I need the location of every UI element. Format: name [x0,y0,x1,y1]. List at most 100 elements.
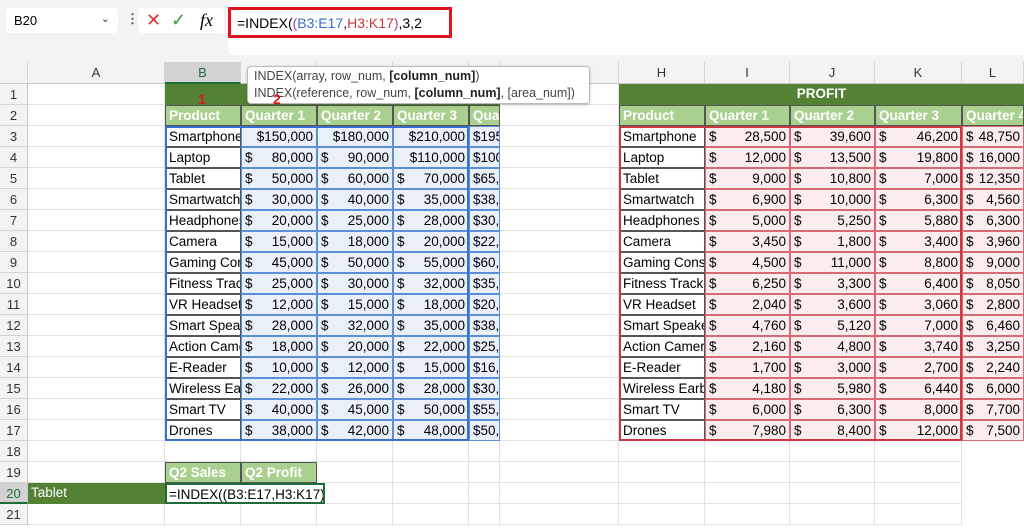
profit-value[interactable]: $6,000 [962,378,1024,399]
row-header-17[interactable]: 17 [0,420,28,441]
cell[interactable] [28,441,165,462]
column-header-K[interactable]: K [875,62,962,84]
cell[interactable] [28,336,165,357]
sales-value[interactable]: $38,000 [469,315,500,336]
cell[interactable] [500,231,619,252]
cell[interactable] [705,483,790,504]
cell[interactable] [500,252,619,273]
cell[interactable] [500,483,619,504]
sales-value[interactable]: $55,000 [469,399,500,420]
sales-value[interactable]: $30,000 [469,378,500,399]
profit-value[interactable]: $2,800 [962,294,1024,315]
cell[interactable] [28,357,165,378]
row-header-15[interactable]: 15 [0,378,28,399]
cell[interactable] [790,483,875,504]
cell[interactable] [28,294,165,315]
row-header-12[interactable]: 12 [0,315,28,336]
cell[interactable] [500,336,619,357]
cell[interactable] [317,441,393,462]
cell[interactable] [500,420,619,441]
cell[interactable] [469,504,500,525]
cell[interactable] [28,84,165,105]
cell[interactable] [28,315,165,336]
cell[interactable] [619,462,705,483]
cell[interactable] [393,504,469,525]
cell[interactable] [500,294,619,315]
cell[interactable] [241,504,317,525]
cell[interactable] [28,147,165,168]
cell[interactable] [500,315,619,336]
row-header-21[interactable]: 21 [0,504,28,525]
lookup-product[interactable]: Tablet [28,483,165,504]
cell[interactable] [500,399,619,420]
profit-value[interactable]: $16,000 [962,147,1024,168]
row-header-13[interactable]: 13 [0,336,28,357]
sales-value[interactable]: $60,000 [469,252,500,273]
cell[interactable] [500,210,619,231]
cell[interactable] [28,273,165,294]
cell[interactable] [790,504,875,525]
cell[interactable] [165,504,241,525]
cell[interactable] [28,462,165,483]
column-header-A[interactable]: A [28,62,165,84]
cell[interactable] [28,105,165,126]
profit-value[interactable]: $3,960 [962,231,1024,252]
sales-value[interactable]: $25,000 [469,336,500,357]
row-header-3[interactable]: 3 [0,126,28,147]
sales-value[interactable]: $65,000 [469,168,500,189]
cell[interactable] [500,147,619,168]
sales-value[interactable]: $195,000 [469,126,500,147]
cell[interactable] [875,441,962,462]
sales-value[interactable]: $16,000 [469,357,500,378]
sales-value[interactable]: $35,000 [469,273,500,294]
cell[interactable] [619,483,705,504]
cell[interactable] [393,441,469,462]
row-header-2[interactable]: 2 [0,105,28,126]
cell[interactable] [705,504,790,525]
cell[interactable] [790,441,875,462]
profit-value[interactable]: $9,000 [962,252,1024,273]
fx-icon[interactable]: fx [200,10,213,31]
cell[interactable] [317,462,393,483]
row-header-1[interactable]: 1 [0,84,28,105]
column-header-J[interactable]: J [790,62,875,84]
cell[interactable] [705,462,790,483]
row-header-7[interactable]: 7 [0,210,28,231]
profit-value[interactable]: $4,560 [962,189,1024,210]
cell[interactable] [165,441,241,462]
cell[interactable] [469,483,500,504]
profit-value[interactable]: $12,350 [962,168,1024,189]
profit-value[interactable]: $2,240 [962,357,1024,378]
cell[interactable] [28,252,165,273]
row-header-16[interactable]: 16 [0,399,28,420]
cell[interactable] [317,504,393,525]
cell[interactable] [500,462,619,483]
cell[interactable] [28,189,165,210]
cell[interactable] [28,231,165,252]
column-header-I[interactable]: I [705,62,790,84]
cell[interactable] [28,504,165,525]
profit-value[interactable]: $48,750 [962,126,1024,147]
cell[interactable] [500,189,619,210]
row-header-18[interactable]: 18 [0,441,28,462]
name-box[interactable]: B20 ⌄ [6,8,118,33]
cell[interactable] [28,168,165,189]
cell[interactable] [28,126,165,147]
row-header-8[interactable]: 8 [0,231,28,252]
cell[interactable] [875,504,962,525]
cell[interactable] [500,378,619,399]
cell[interactable] [469,441,500,462]
cell[interactable] [875,483,962,504]
column-header-L[interactable]: L [962,62,1024,84]
cell[interactable] [790,462,875,483]
row-header-4[interactable]: 4 [0,147,28,168]
row-header-11[interactable]: 11 [0,294,28,315]
cell[interactable] [619,504,705,525]
sales-value[interactable]: $38,000 [469,189,500,210]
profit-value[interactable]: $8,050 [962,273,1024,294]
profit-value[interactable]: $6,300 [962,210,1024,231]
row-header-6[interactable]: 6 [0,189,28,210]
sales-value[interactable]: $22,000 [469,231,500,252]
cell[interactable] [28,378,165,399]
cell[interactable] [393,483,469,504]
